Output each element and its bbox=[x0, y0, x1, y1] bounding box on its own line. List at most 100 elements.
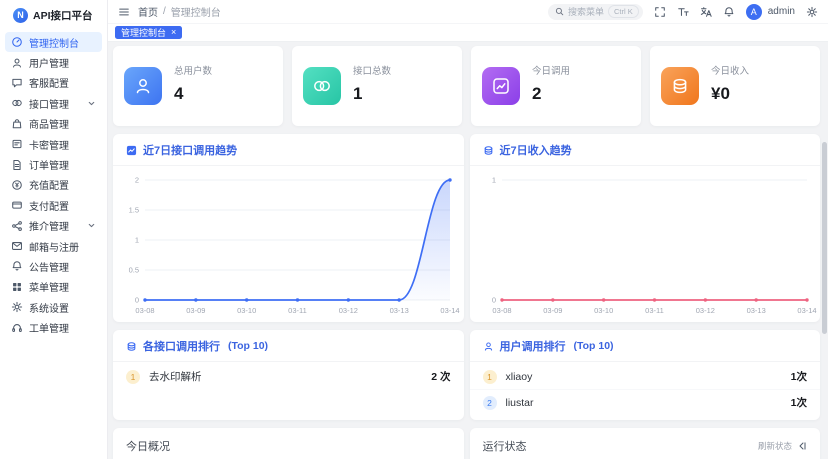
svg-text:03-14: 03-14 bbox=[797, 306, 816, 315]
stat-card-total-apis: 接口总数 1 bbox=[292, 46, 462, 126]
sidebar-item-menus[interactable]: 菜单管理 bbox=[5, 277, 102, 297]
sidebar-item-announcement[interactable]: 公告管理 bbox=[5, 256, 102, 276]
sidebar-item-label: 商品管理 bbox=[29, 120, 69, 132]
card-head: 近7日收入趋势 bbox=[469, 134, 820, 166]
logo-icon: N bbox=[13, 7, 28, 23]
sidebar-item-label: 菜单管理 bbox=[29, 283, 69, 295]
rank-item: 2 liustar 1次 bbox=[469, 389, 820, 415]
card-head: 近7日接口调用趋势 bbox=[113, 134, 464, 166]
sidebar-item-label: 充值配置 bbox=[29, 181, 69, 193]
link20-icon bbox=[303, 67, 341, 105]
chart-title: 近7日接口调用趋势 bbox=[143, 145, 238, 157]
svg-text:03-08: 03-08 bbox=[492, 306, 511, 315]
app-root: N API接口平台 管理控制台用户管理客服配置接口管理商品管理卡密管理订单管理充… bbox=[0, 0, 828, 459]
sidebar-item-service[interactable]: 客服配置 bbox=[5, 73, 102, 93]
coins-icon bbox=[126, 341, 137, 352]
sidebar-item-payment[interactable]: 支付配置 bbox=[5, 195, 102, 215]
ranking-suffix: (Top 10) bbox=[228, 340, 269, 352]
tab-close-icon[interactable]: × bbox=[171, 28, 176, 37]
coins20-icon bbox=[661, 67, 699, 105]
card-head: 用户调用排行 (Top 10) bbox=[469, 330, 820, 362]
breadcrumb: 首页 / 管理控制台 bbox=[138, 4, 221, 19]
panel-collapse-icon[interactable] bbox=[797, 441, 807, 451]
stats-row: 总用户数 4 接口总数 1 今日调用 2 今日收入 ¥0 bbox=[113, 46, 820, 126]
sidebar-item-goods[interactable]: 商品管理 bbox=[5, 114, 102, 134]
sidebar-item-label: 公告管理 bbox=[29, 262, 69, 274]
recharge-icon bbox=[11, 179, 23, 191]
bag-icon bbox=[11, 118, 23, 130]
card-head: 各接口调用排行 (Top 10) bbox=[113, 330, 464, 362]
grid-icon bbox=[11, 281, 23, 293]
notification-bell-icon[interactable] bbox=[723, 6, 735, 18]
user-icon bbox=[11, 57, 23, 69]
sidebar-item-label: 推介管理 bbox=[29, 222, 69, 234]
card-icon bbox=[11, 138, 23, 150]
bottom-row: 今日概况 运行状态 刷新状态 bbox=[113, 428, 820, 459]
app-logo: N API接口平台 bbox=[0, 0, 107, 30]
svg-text:0: 0 bbox=[491, 296, 495, 305]
username[interactable]: admin bbox=[768, 6, 795, 17]
sidebar-item-label: 客服配置 bbox=[29, 79, 69, 91]
sidebar-item-label: 工单管理 bbox=[29, 324, 69, 336]
svg-text:0: 0 bbox=[135, 296, 139, 305]
income-trend-card: 近7日收入趋势 1 0 03-08 03-09 03-10 03-11 03-12 03-13… bbox=[469, 134, 820, 322]
main-area: 首页 / 管理控制台 Ctrl K A admin bbox=[108, 0, 828, 459]
stat-value: 2 bbox=[532, 83, 542, 103]
app-title: API接口平台 bbox=[33, 9, 93, 22]
sidebar-item-dashboard[interactable]: 管理控制台 bbox=[5, 32, 102, 53]
user-icon bbox=[483, 341, 494, 352]
stat-value: 4 bbox=[174, 83, 184, 103]
trend20-icon bbox=[482, 67, 520, 105]
fullscreen-icon[interactable] bbox=[654, 6, 666, 18]
sidebar-item-label: 接口管理 bbox=[29, 99, 69, 111]
sidebar-item-api[interactable]: 接口管理 bbox=[5, 93, 102, 113]
svg-text:1: 1 bbox=[491, 176, 495, 185]
rank-item: 1 去水印解析 2 次 bbox=[113, 364, 464, 389]
sidebar-item-label: 订单管理 bbox=[29, 161, 69, 173]
sidebar-item-recharge[interactable]: 充值配置 bbox=[5, 175, 102, 195]
menu-collapse-icon[interactable] bbox=[118, 6, 130, 18]
sidebar-item-promotion[interactable]: 推介管理 bbox=[5, 216, 102, 236]
card-head: 今日概况 bbox=[113, 428, 464, 459]
sidebar-item-mail-register[interactable]: 邮箱与注册 bbox=[5, 236, 102, 256]
search-input[interactable] bbox=[568, 6, 604, 17]
stat-card-total-users: 总用户数 4 bbox=[113, 46, 283, 126]
tab-dashboard[interactable]: 管理控制台 × bbox=[115, 26, 183, 39]
search-box[interactable]: Ctrl K bbox=[548, 3, 643, 20]
vertical-scrollbar[interactable] bbox=[822, 142, 827, 334]
refresh-status-button[interactable]: 刷新状态 bbox=[758, 440, 807, 452]
rank-count: 2 次 bbox=[431, 371, 451, 383]
breadcrumb-separator: / bbox=[163, 6, 166, 17]
sidebar-item-system[interactable]: 系统设置 bbox=[5, 297, 102, 317]
svg-text:1.5: 1.5 bbox=[129, 206, 139, 215]
sidebar-item-label: 卡密管理 bbox=[29, 140, 69, 152]
share-icon bbox=[11, 220, 23, 232]
content: 总用户数 4 接口总数 1 今日调用 2 今日收入 ¥0 近7日接口调用趋势 2 1.5 1 0.5… bbox=[108, 42, 828, 459]
svg-text:1: 1 bbox=[135, 236, 139, 245]
link-icon bbox=[11, 97, 23, 109]
topbar-left: 首页 / 管理控制台 bbox=[118, 4, 221, 19]
sidebar-item-label: 用户管理 bbox=[29, 59, 69, 71]
sidebar-item-orders[interactable]: 订单管理 bbox=[5, 154, 102, 174]
user-ranking-list: 1 xliaoy 1次 2 liustar 1次 bbox=[469, 362, 821, 415]
svg-text:03-12: 03-12 bbox=[695, 306, 714, 315]
svg-text:03-13: 03-13 bbox=[746, 306, 765, 315]
font-size-icon[interactable] bbox=[677, 6, 689, 18]
run-status-title: 运行状态 bbox=[482, 441, 527, 453]
user20-icon bbox=[124, 67, 162, 105]
sidebar-item-label: 支付配置 bbox=[29, 201, 69, 213]
sidebar-item-cardkey[interactable]: 卡密管理 bbox=[5, 134, 102, 154]
headset-icon bbox=[11, 322, 23, 334]
stat-label: 今日收入 bbox=[711, 65, 750, 77]
breadcrumb-home[interactable]: 首页 bbox=[138, 4, 158, 19]
settings-gear-icon[interactable] bbox=[806, 6, 818, 18]
sidebar-item-users[interactable]: 用户管理 bbox=[5, 52, 102, 72]
gear-icon bbox=[11, 301, 23, 313]
svg-text:03-09: 03-09 bbox=[543, 306, 562, 315]
translate-icon[interactable] bbox=[700, 6, 712, 18]
sidebar-item-ticket[interactable]: 工单管理 bbox=[5, 317, 102, 337]
sidebar-item-label: 系统设置 bbox=[29, 303, 69, 315]
avatar[interactable]: A bbox=[745, 3, 762, 20]
doc-icon bbox=[11, 159, 23, 171]
rank-item: 1 xliaoy 1次 bbox=[470, 364, 821, 389]
